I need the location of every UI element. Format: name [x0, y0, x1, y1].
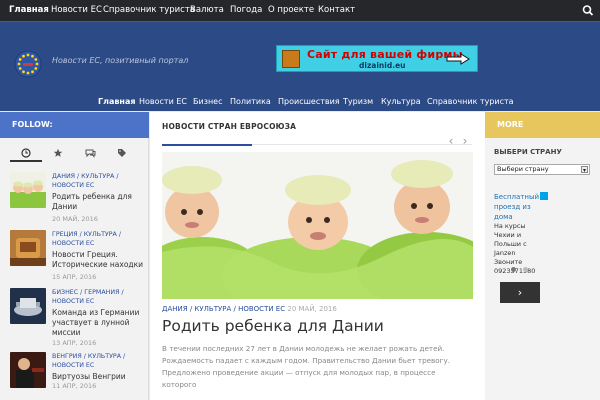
article-title[interactable]: Родить ребенка для Дании	[162, 317, 384, 335]
star-icon	[53, 148, 63, 157]
list-item[interactable]: ВЕНГРИЯ / КУЛЬТУРА / НОВОСТИ ЕС Виртуозы…	[10, 352, 145, 400]
pagination-dot[interactable]	[511, 267, 516, 272]
ad-next-button[interactable]: ›	[500, 282, 540, 303]
ad-title[interactable]: Бесплатный проезд из дома	[494, 192, 544, 222]
right-sidebar: MORE ВЫБЕРИ СТРАНУ Выбери страну ▾ Беспл…	[485, 112, 600, 400]
ad-pagination	[511, 267, 541, 273]
article-date: 20 МАЙ, 2016	[287, 305, 337, 313]
nav-eu-news[interactable]: Новости ЕС	[139, 97, 187, 106]
post-thumbnail[interactable]	[10, 172, 46, 208]
nav-culture[interactable]: Культура	[381, 97, 421, 106]
nav-tourism[interactable]: Туризм	[343, 97, 373, 106]
post-title[interactable]: Родить ребенка для Дании	[52, 192, 147, 212]
left-sidebar: FOLLOW: ДАНИЯ / КУЛЬТУРА / НОВОСТИ ЕС Ро…	[0, 112, 149, 400]
sidebar-ad[interactable]: Бесплатный проезд из дома На курсы Чехии…	[494, 192, 548, 275]
post-title[interactable]: Команда из Германии участвует в лунной м…	[52, 308, 147, 338]
prev-arrow-icon[interactable]: ‹	[444, 134, 458, 148]
nav-business[interactable]: Бизнес	[193, 97, 223, 106]
pagination-dot[interactable]	[523, 267, 528, 272]
featured-image[interactable]	[162, 152, 473, 299]
search-icon[interactable]	[576, 0, 600, 21]
banner-url: dizainid.eu	[359, 61, 406, 70]
tab-popular[interactable]	[42, 148, 74, 162]
post-thumbnail[interactable]	[10, 288, 46, 324]
article-excerpt: В течении последних 27 лет в Дании молод…	[162, 344, 450, 389]
post-thumbnail[interactable]	[10, 352, 46, 388]
ad-choices-icon[interactable]	[540, 192, 548, 200]
section-heading: НОВОСТИ СТРАН ЕВРОСОЮЗА	[162, 122, 297, 131]
main-navigation: Главная Новости ЕС Бизнес Политика Проис…	[0, 94, 600, 112]
topnav-contact[interactable]: Контакт	[318, 0, 355, 21]
post-title[interactable]: Новости Греция. Исторические находки	[52, 250, 147, 270]
post-date: 15 АПР, 2016	[52, 273, 97, 281]
more-header: MORE	[485, 112, 600, 138]
post-thumbnail[interactable]	[10, 230, 46, 266]
tab-recent[interactable]	[10, 148, 42, 162]
list-item[interactable]: БИЗНЕС / ГЕРМАНИЯ / НОВОСТИ ЕС Команда и…	[10, 288, 147, 347]
ad-banner[interactable]: Сайт для вашей фирмы dizainid.eu	[276, 45, 478, 72]
divider-accent	[162, 144, 252, 146]
list-item[interactable]: ГРЕЦИЯ / КУЛЬТУРА / НОВОСТИ ЕС Новости Г…	[10, 230, 145, 288]
top-navigation: Главная Новости ЕС Справочник туриста Ва…	[0, 0, 600, 21]
post-date: 20 МАЙ, 2016	[52, 215, 98, 223]
topnav-about[interactable]: О проекте	[268, 0, 314, 21]
follow-header: FOLLOW:	[0, 112, 149, 138]
comments-icon	[85, 149, 95, 158]
clock-icon	[21, 148, 31, 158]
main-content: НОВОСТИ СТРАН ЕВРОСОЮЗА ‹ › ДАНИЯ / КУЛЬ…	[150, 112, 485, 400]
nav-tourist-guide[interactable]: Справочник туриста	[427, 97, 514, 106]
topnav-tourist-guide[interactable]: Справочник туриста	[103, 0, 195, 21]
chevron-right-icon: ›	[517, 286, 523, 299]
post-categories[interactable]: БИЗНЕС / ГЕРМАНИЯ / НОВОСТИ ЕС	[52, 288, 147, 306]
tags-icon	[117, 149, 126, 157]
site-tagline: Новости ЕС, позитивный портал	[52, 56, 189, 65]
country-select-label: ВЫБЕРИ СТРАНУ	[494, 148, 562, 156]
nav-home[interactable]: Главная	[98, 97, 135, 106]
article-cats-text[interactable]: ДАНИЯ / КУЛЬТУРА / НОВОСТИ ЕС	[162, 305, 285, 313]
post-date: 13 АПР, 2016	[52, 339, 97, 347]
topnav-eu-news[interactable]: Новости ЕС	[51, 0, 102, 21]
chevron-down-icon: ▾	[581, 166, 588, 174]
post-categories[interactable]: ГРЕЦИЯ / КУЛЬТУРА / НОВОСТИ ЕС	[52, 230, 147, 248]
list-item[interactable]: ДАНИЯ / КУЛЬТУРА / НОВОСТИ ЕС Родить реб…	[10, 172, 145, 230]
site-header: Новости ЕС, позитивный портал Сайт для в…	[0, 21, 600, 111]
pointing-hand-icon	[446, 53, 470, 65]
tab-comments[interactable]	[74, 148, 106, 162]
post-date: 11 АПР, 2016	[52, 382, 97, 390]
topnav-currency[interactable]: Валюта	[190, 0, 224, 21]
topnav-weather[interactable]: Погода	[230, 0, 262, 21]
article-categories[interactable]: ДАНИЯ / КУЛЬТУРА / НОВОСТИ ЕС 20 МАЙ, 20…	[162, 305, 337, 313]
topnav-home[interactable]: Главная	[9, 0, 49, 21]
box-icon	[282, 50, 300, 68]
nav-politics[interactable]: Политика	[230, 97, 271, 106]
country-select-value: Выбери страну	[497, 165, 549, 173]
post-categories[interactable]: ДАНИЯ / КУЛЬТУРА / НОВОСТИ ЕС	[52, 172, 147, 190]
post-categories[interactable]: ВЕНГРИЯ / КУЛЬТУРА / НОВОСТИ ЕС	[52, 352, 147, 370]
banner-title: Сайт для вашей фирмы	[307, 48, 463, 61]
country-select[interactable]: Выбери страну ▾	[494, 164, 590, 175]
post-title[interactable]: Виртуозы Венгрии	[52, 372, 147, 382]
sidebar-tabs	[10, 148, 139, 162]
nav-incidents[interactable]: Происшествия	[278, 97, 340, 106]
next-arrow-icon[interactable]: ›	[458, 134, 472, 148]
tab-tags[interactable]	[106, 148, 138, 162]
eu-stars-logo[interactable]	[14, 50, 42, 78]
